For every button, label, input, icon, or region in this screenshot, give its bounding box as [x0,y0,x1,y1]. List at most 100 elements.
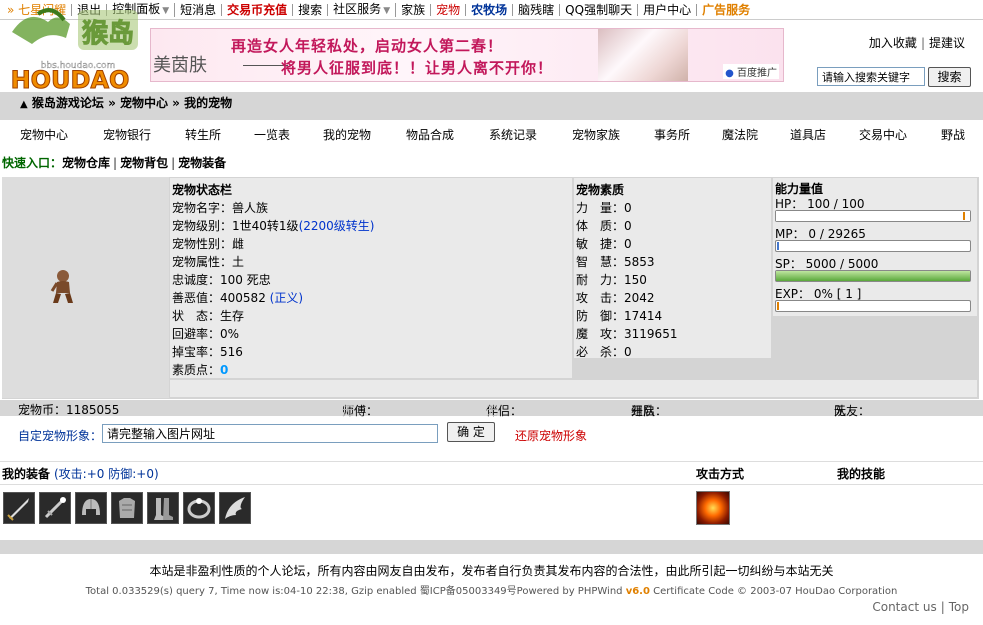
nav-pet-bank[interactable]: 宠物银行 [103,124,151,146]
confirm-button[interactable]: 确 定 [447,422,495,442]
nav-my-pet[interactable]: 我的宠物 [323,124,371,146]
armor-icon[interactable] [111,492,143,524]
banner-ad-tag: ● 百度推广 [723,64,779,79]
nav-field-battle[interactable]: 野战 [941,124,965,146]
nav-trade-center[interactable]: 交易中心 [859,124,907,146]
quality-row-end: 耐 力：150 [576,271,647,288]
menu-pet[interactable]: 宠物 [431,3,467,16]
nav-rebirth[interactable]: 转生所 [185,124,221,146]
menu-qq-chat[interactable]: QQ强制聊天 [560,3,639,16]
top-link[interactable]: Top [949,600,969,614]
banner-line-1: 再造女人年轻私处，启动女人第二春！ [231,37,504,55]
quality-label: 攻 击： [576,291,625,305]
menu-search[interactable]: 搜索 [293,3,329,16]
pet-dodge-value: 0% [220,327,240,341]
pet-loyalty-value: 100 死忠 [220,273,271,287]
site-logo[interactable]: 猴岛 bbs.houdao.com HOUDAO [8,4,148,95]
ad-banner[interactable]: 美茵肤 再造女人年轻私处，启动女人第二春！ 将男人征服到底！！让男人离不开你！ … [150,28,784,82]
skills-title: 我的技能 [837,467,886,481]
custom-image-url-input[interactable] [102,424,438,443]
custom-image-label: 自定宠物形象： [18,429,103,443]
team-value[interactable]: 开启 [631,402,655,419]
footer-links: Contact us | Top [872,600,969,614]
footer-sep: | [940,600,945,614]
quality-value: 3119651 [624,327,678,341]
quick-link-equipment[interactable]: 宠物装备 [178,156,226,170]
mp-bar [775,240,971,252]
breadcrumb-text[interactable]: 猴岛游戏论坛 » 宠物中心 » 我的宠物 [32,96,232,110]
footer-version[interactable]: v6.0 [626,586,650,597]
pet-points-value[interactable]: 0 [220,363,228,377]
hp-bar [775,210,971,222]
search-input[interactable] [817,67,925,86]
banner-brand: 美茵肤 [153,55,207,76]
quality-value: 17414 [624,309,663,323]
pet-points-row: 素质点：0 [172,361,228,378]
nav-synthesis[interactable]: 物品合成 [406,124,454,146]
pet-level-value: 1世40转1级 [232,219,299,233]
menu-user-center[interactable]: 用户中心 [638,3,698,16]
quality-value: 0 [624,201,632,215]
banner-line-2: 将男人征服到底！！让男人离不开你！ [281,59,554,77]
pet-karma-label: 善恶值： [172,291,221,305]
menu-community[interactable]: 社区服务 ▼ [328,1,397,17]
nav-office[interactable]: 事务所 [654,124,690,146]
menu-brain[interactable]: 脑残瞎 [513,3,561,16]
exp-bar-marker [777,302,779,310]
menu-recharge[interactable]: 交易币充值 [222,3,294,16]
pet-drop-row: 掉宝率：516 [172,343,243,360]
ring-icon[interactable] [183,492,215,524]
quick-link-warehouse[interactable]: 宠物仓库 [62,156,110,170]
nav-magic-hall[interactable]: 魔法院 [722,124,758,146]
teammates-value: 无 [834,404,847,418]
pet-rebirth-link[interactable]: (2200级转生) [299,219,375,233]
hp-bar-marker [963,212,965,220]
breadcrumb: ▲ 猴岛游戏论坛 » 宠物中心 » 我的宠物 [20,94,232,111]
helmet-icon[interactable] [75,492,107,524]
quick-link-backpack[interactable]: 宠物背包 [120,156,168,170]
quality-row-str: 力 量：0 [576,199,632,216]
boots-icon[interactable] [147,492,179,524]
nav-pet-family[interactable]: 宠物家族 [572,124,620,146]
search-button[interactable]: 搜索 [928,67,971,87]
nav-pet-center[interactable]: 宠物中心 [20,124,68,146]
pet-karma-row: 善恶值：400582 (正义) [172,289,303,306]
chevron-down-icon: ▼ [383,5,391,16]
menu-messages[interactable]: 短消息 [175,3,223,16]
quality-label: 魔 攻： [576,327,625,341]
menu-family[interactable]: 家族 [396,3,432,16]
restore-image-link[interactable]: 还原宠物形象 [515,427,587,444]
menu-farm[interactable]: 农牧场 [466,3,514,16]
footer-disclaimer: 本站是非盈利性质的个人论坛，所有内容由网友自由发布，发布者自行负责其发布内容的合… [149,564,834,578]
menu-community-label: 社区服务 [333,1,382,16]
pet-gender-value: 雌 [232,237,245,251]
wing-icon[interactable] [219,492,251,524]
pet-name-value: 兽人族 [232,201,269,215]
home-icon: ▲ [20,99,28,110]
partner-value: 无 [486,404,499,418]
quick-sep: | [113,156,118,170]
banner-ad-tag-label: 百度推广 [737,68,777,79]
banner-image [598,29,688,81]
pet-karma-link[interactable]: (正义) [270,291,303,305]
sword-icon[interactable] [3,492,35,524]
pet-status-title: 宠物状态栏 [172,183,233,197]
footer-copyright: Certificate Code © 2003-07 HouDao Corpor… [653,586,898,597]
quality-row-con: 体 质：0 [576,217,632,234]
menu-ad-service[interactable]: 广告服务 [697,4,755,16]
pet-attr-row: 宠物属性：土 [172,253,244,270]
nav-overview[interactable]: 一览表 [254,124,290,146]
pet-name-label: 宠物名字： [172,201,233,215]
nav-records[interactable]: 系统记录 [489,124,537,146]
attack-skill-icon[interactable] [696,491,730,525]
advice-link[interactable]: 提建议 [925,36,969,50]
quality-label: 敏 捷： [576,237,625,251]
pet-state-value: 生存 [220,309,245,323]
staff-icon[interactable] [39,492,71,524]
nav-item-shop[interactable]: 道具店 [790,124,826,146]
quality-row-crit: 必 杀：0 [576,343,632,360]
quality-row-atk: 攻 击：2042 [576,289,655,306]
add-favorite-link[interactable]: 加入收藏 [865,36,921,50]
pet-points-label: 素质点： [172,363,221,377]
contact-link[interactable]: Contact us [872,600,936,614]
